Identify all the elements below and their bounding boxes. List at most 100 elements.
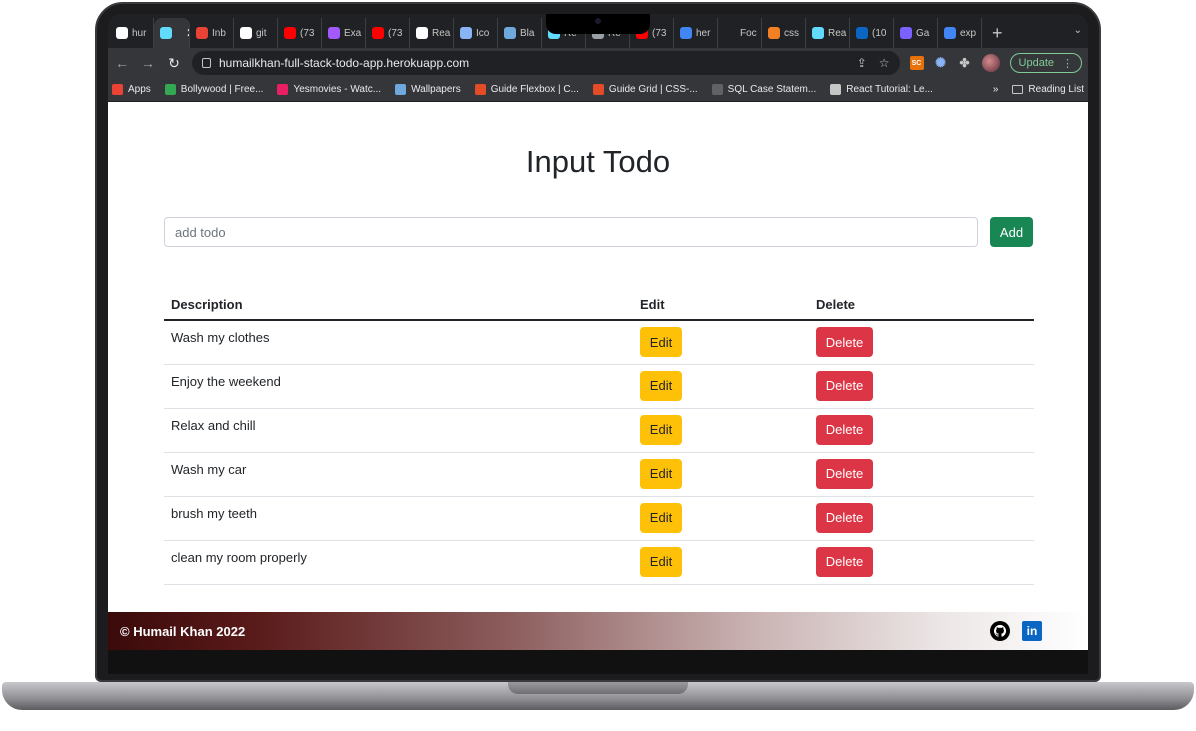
browser-tab[interactable]: Exa	[322, 18, 366, 48]
browser-tab[interactable]: Rea	[410, 18, 454, 48]
puzzle-extensions-icon[interactable]: ✤	[958, 56, 972, 70]
youtube-icon	[372, 27, 384, 39]
browser-tab-label: (73	[300, 27, 315, 39]
google-icon	[944, 27, 956, 39]
browser-tab-label: her	[696, 27, 711, 39]
edit-button[interactable]: Edit	[640, 546, 682, 577]
bookmark-item[interactable]: Guide Flexbox | C...	[474, 84, 579, 95]
reading-list-label: Reading List	[1028, 84, 1084, 95]
browser-tab-label: (73	[652, 27, 667, 39]
screen-bottom-bezel	[108, 650, 1088, 674]
address-bar[interactable]: humailkhan-full-stack-todo-app.herokuapp…	[192, 51, 900, 75]
tab-search-icon[interactable]: ⌄	[1074, 25, 1082, 36]
browser-toolbar: ← → ↻ humailkhan-full-stack-todo-app.her…	[108, 48, 1088, 78]
sc-extension-icon[interactable]: SC	[909, 56, 924, 70]
browser-tab-label: Rea	[432, 27, 451, 39]
github-icon-glyph	[993, 624, 1007, 637]
delete-button[interactable]: Delete	[816, 370, 873, 401]
back-arrow-icon[interactable]: ←	[114, 55, 130, 71]
globe-icon	[416, 27, 428, 39]
reload-icon[interactable]: ↻	[166, 55, 182, 72]
todo-input[interactable]	[164, 217, 978, 247]
bookmark-label: Yesmovies - Watc...	[293, 84, 382, 95]
browser-tab-label: Bla	[520, 27, 535, 39]
react-icon	[160, 27, 172, 39]
bookmark-item[interactable]: Guide Grid | CSS-...	[592, 84, 698, 95]
update-button[interactable]: Update ⋮	[1009, 53, 1082, 73]
browser-tab[interactable]: css	[762, 18, 806, 48]
bookmark-item[interactable]: React Tutorial: Le...	[830, 84, 933, 95]
browser-tab[interactable]: (73	[278, 18, 322, 48]
google-icon	[680, 27, 692, 39]
table-row: Enjoy the weekend Edit Delete	[164, 364, 1034, 409]
bookmark-label: Guide Flexbox | C...	[490, 84, 579, 95]
browser-tab[interactable]: (10	[850, 18, 894, 48]
edit-button[interactable]: Edit	[640, 502, 682, 533]
footer-copyright: © Humail Khan 2022	[120, 623, 246, 639]
asterisk-icon	[474, 84, 486, 95]
edit-button[interactable]: Edit	[640, 327, 682, 357]
delete-button[interactable]: Delete	[816, 458, 873, 489]
delete-button[interactable]: Delete	[816, 546, 873, 577]
bookmarks-bar: Apps Bollywood | Free... Yesmovies - Watc.…	[108, 78, 1088, 102]
table-row: Wash my car Edit Delete	[164, 452, 1034, 497]
update-button-label: Update	[1018, 57, 1054, 69]
browser-tab[interactable]: Bla	[498, 18, 542, 48]
bookmark-label: Guide Grid | CSS-...	[608, 84, 698, 95]
delete-button[interactable]: Delete	[816, 327, 873, 357]
github-icon[interactable]	[990, 621, 1010, 641]
bars-icon	[830, 84, 842, 95]
bookmark-star-icon[interactable]: ☆	[879, 56, 890, 70]
share-icon[interactable]: ⇪	[857, 56, 867, 70]
bookmarks-overflow-icon[interactable]: »	[993, 84, 999, 95]
laptop-screen: hur✕Inbgit(73Exa(73ReaIcoBlaReRe(73herFo…	[108, 14, 1088, 674]
linkedin-icon[interactable]: in	[1022, 621, 1042, 641]
stack-icon	[768, 27, 780, 39]
browser-tab[interactable]: Rea	[806, 18, 850, 48]
apps-grid-icon	[112, 84, 123, 95]
browser-tab-label: Rea	[828, 27, 847, 39]
edit-button[interactable]: Edit	[640, 414, 682, 445]
new-tab-button[interactable]: +	[982, 18, 1013, 48]
camera-notch	[546, 14, 650, 34]
browser-tab-label: Ico	[476, 27, 490, 39]
browser-tab[interactable]: (73	[366, 18, 410, 48]
browser-tab-label: (10	[872, 27, 887, 39]
browser-tab[interactable]: Inb	[190, 18, 234, 48]
bookmark-item[interactable]: SQL Case Statem...	[711, 84, 816, 95]
add-button[interactable]: Add	[990, 217, 1033, 247]
delete-button[interactable]: Delete	[816, 502, 873, 533]
browser-tab[interactable]: Ico	[454, 18, 498, 48]
kebab-menu-icon: ⋮	[1062, 57, 1073, 70]
bookmark-item[interactable]: Wallpapers	[395, 84, 461, 95]
edit-button[interactable]: Edit	[640, 458, 682, 489]
browser-tab[interactable]: Foc	[718, 18, 762, 48]
browser-tab[interactable]: Ga	[894, 18, 938, 48]
browser-tab[interactable]: her	[674, 18, 718, 48]
gear-extension-icon[interactable]: ✺	[934, 55, 948, 70]
camera-icon	[595, 18, 601, 24]
header-description: Description	[164, 290, 633, 321]
header-delete: Delete	[809, 290, 1034, 321]
browser-tab[interactable]: exp	[938, 18, 982, 48]
bookmark-item[interactable]: Bollywood | Free...	[164, 84, 263, 95]
delete-button[interactable]: Delete	[816, 414, 873, 445]
edit-button[interactable]: Edit	[640, 370, 682, 401]
bookmark-item[interactable]: Apps	[112, 84, 151, 95]
browser-tab[interactable]: ✕	[154, 18, 190, 48]
ym-icon	[277, 84, 289, 95]
todo-description: brush my teeth	[164, 496, 633, 541]
todo-description: Enjoy the weekend	[164, 364, 633, 409]
browser-tab[interactable]: hur	[110, 18, 154, 48]
forward-arrow-icon[interactable]: →	[140, 55, 156, 71]
browser-tab-label: git	[256, 27, 267, 39]
bookmark-label: Wallpapers	[411, 84, 461, 95]
gmail-icon	[196, 27, 208, 39]
browser-tab[interactable]: git	[234, 18, 278, 48]
reading-list-button[interactable]: Reading List	[1012, 84, 1084, 95]
profile-avatar[interactable]	[981, 54, 1000, 72]
todo-description: clean my room properly	[164, 540, 633, 585]
social-links: in	[990, 621, 1042, 641]
todo-table: Description Edit Delete Wash my clothes …	[164, 290, 1034, 585]
bookmark-item[interactable]: Yesmovies - Watc...	[277, 84, 381, 95]
